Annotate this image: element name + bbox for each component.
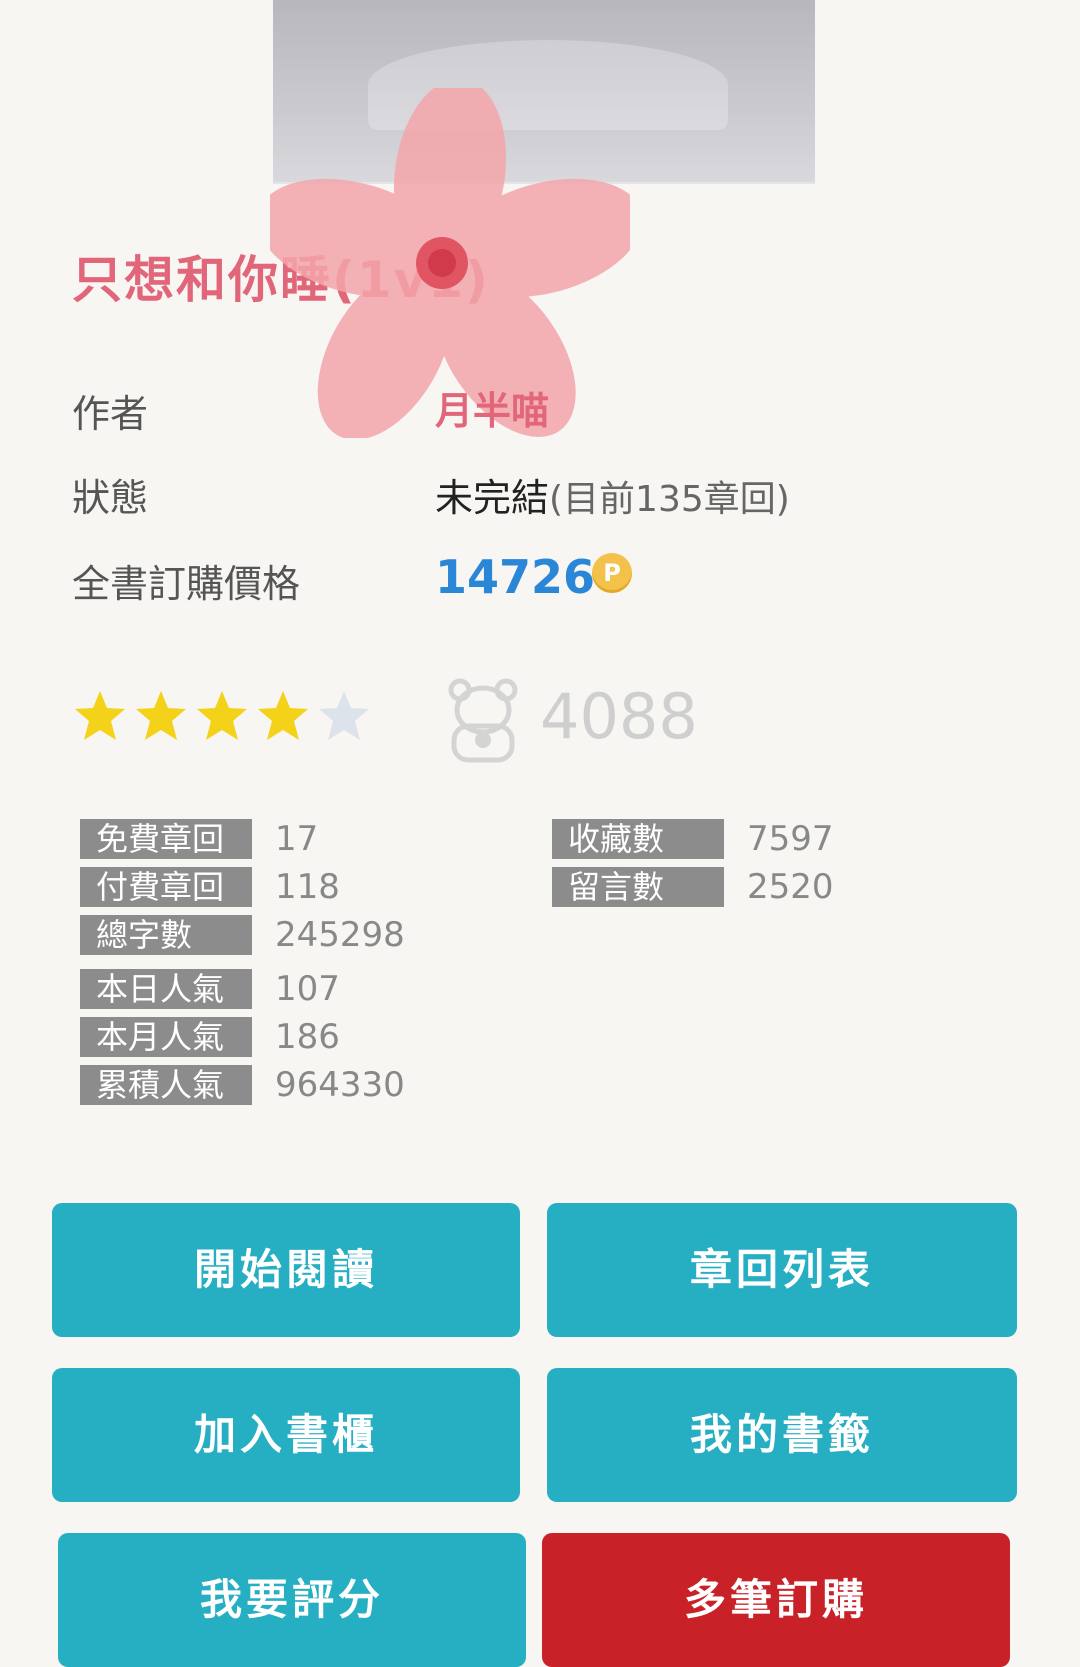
- stat-label: 付費章回: [80, 867, 252, 907]
- star-filled-icon[interactable]: [133, 688, 189, 744]
- vote-count: 4088: [540, 680, 698, 753]
- stat-label: 留言數: [552, 867, 724, 907]
- stat-label: 本日人氣: [80, 969, 252, 1009]
- status-chapter-count: (目前135章回): [549, 479, 790, 520]
- star-filled-icon[interactable]: [72, 688, 128, 744]
- price-label: 全書訂購價格: [72, 562, 301, 606]
- stat-value: 245298: [275, 915, 405, 955]
- rate-button[interactable]: 我要評分: [58, 1533, 526, 1667]
- star-empty-icon[interactable]: [316, 688, 372, 744]
- stat-value: 17: [275, 819, 319, 859]
- status-label: 狀態: [72, 476, 149, 520]
- status-value: 未完結(目前135章回): [435, 467, 790, 522]
- bear-vote-icon[interactable]: [448, 676, 518, 766]
- stat-label: 免費章回: [80, 819, 252, 859]
- author-label: 作者: [72, 392, 149, 436]
- stat-value: 7597: [747, 819, 834, 859]
- stat-label: 本月人氣: [80, 1017, 252, 1057]
- add-bookshelf-button[interactable]: 加入書櫃: [52, 1368, 520, 1502]
- stat-value: 107: [275, 969, 340, 1009]
- stat-value: 2520: [747, 867, 834, 907]
- start-reading-button[interactable]: 開始閱讀: [52, 1203, 520, 1337]
- chapter-list-button[interactable]: 章回列表: [547, 1203, 1017, 1337]
- stat-value: 118: [275, 867, 340, 907]
- stat-value: 964330: [275, 1065, 405, 1105]
- stat-label: 累積人氣: [80, 1065, 252, 1105]
- stat-label: 總字數: [80, 915, 252, 955]
- bulk-purchase-button[interactable]: 多筆訂購: [542, 1533, 1010, 1667]
- price-value: 14726: [435, 550, 596, 604]
- status-main: 未完結: [435, 476, 550, 520]
- stat-label: 收藏數: [552, 819, 724, 859]
- star-filled-icon[interactable]: [255, 688, 311, 744]
- my-bookmarks-button[interactable]: 我的書籤: [547, 1368, 1017, 1502]
- author-link[interactable]: 月半喵: [435, 380, 549, 435]
- stat-value: 186: [275, 1017, 340, 1057]
- star-filled-icon[interactable]: [194, 688, 250, 744]
- coin-icon: P: [592, 553, 632, 593]
